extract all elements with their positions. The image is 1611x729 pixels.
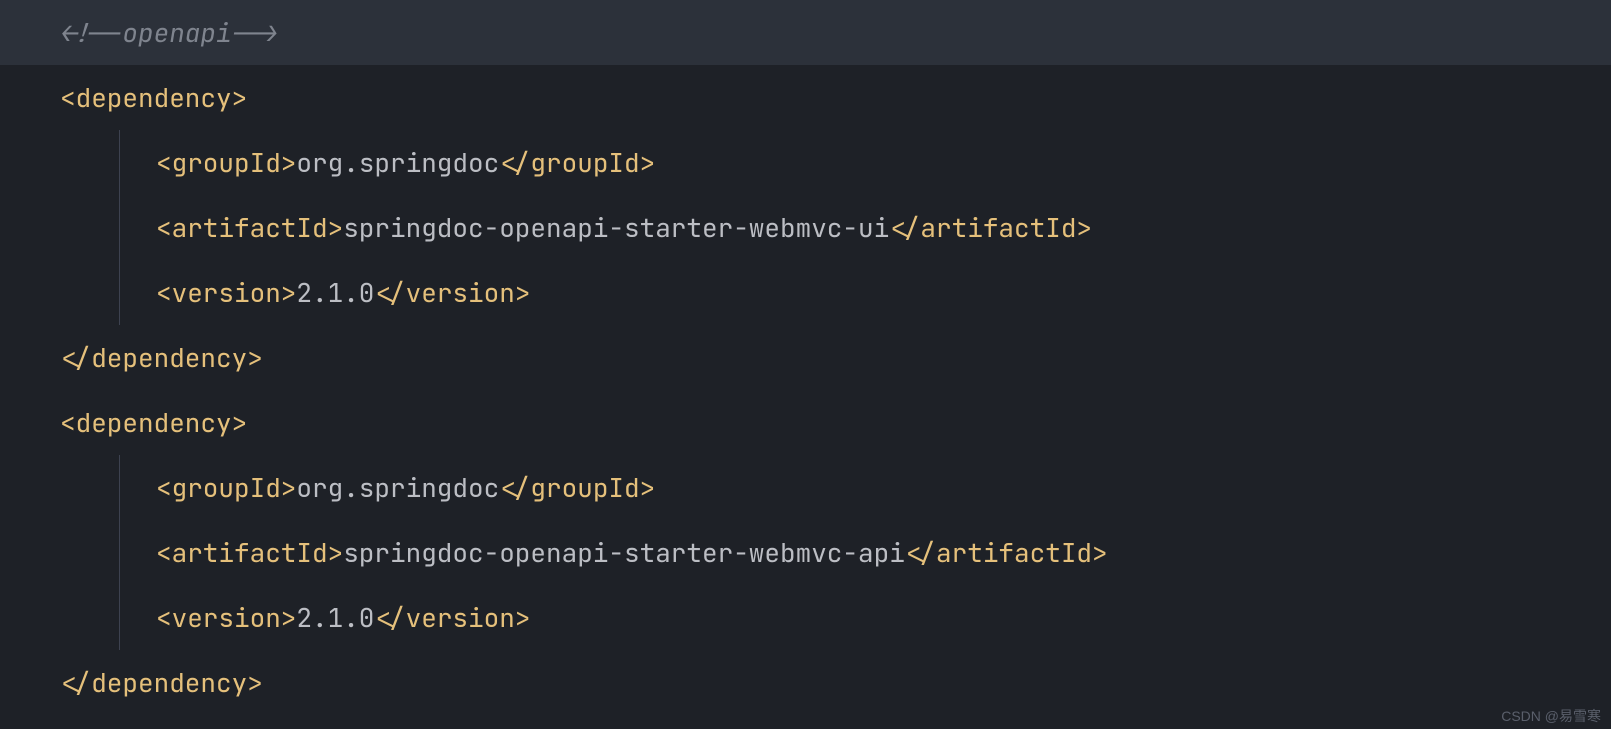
token-tag: <version> (156, 275, 296, 310)
indent-guide (119, 130, 120, 195)
indent-guide (119, 455, 120, 520)
code-line: </dependency> (0, 650, 1611, 715)
token-text: springdoc-openapi-starter-webmvc-ui (343, 210, 889, 245)
code-line: <artifactId>springdoc-openapi-starter-we… (0, 520, 1611, 585)
code-block: <!--openapi--><dependency><groupId>org.s… (0, 0, 1611, 715)
token-tag: <artifactId> (156, 535, 343, 570)
token-text: org.springdoc (296, 145, 499, 180)
token-tag: </version> (374, 275, 530, 310)
code-line: <version>2.1.0</version> (0, 585, 1611, 650)
token-tag: <groupId> (156, 145, 296, 180)
code-line: <version>2.1.0</version> (0, 260, 1611, 325)
token-tag: <dependency> (60, 405, 247, 440)
code-line: <dependency> (0, 390, 1611, 455)
token-text: 2.1.0 (296, 275, 374, 310)
code-line: <dependency> (0, 65, 1611, 130)
code-line: <artifactId>springdoc-openapi-starter-we… (0, 195, 1611, 260)
token-tag: </dependency> (60, 665, 263, 700)
token-tag: <dependency> (60, 80, 247, 115)
watermark: CSDN @易雪寒 (1501, 709, 1601, 723)
token-tag: <artifactId> (156, 210, 343, 245)
code-line: <!--openapi--> (0, 0, 1611, 65)
token-tag: <groupId> (156, 470, 296, 505)
token-tag: </groupId> (499, 145, 655, 180)
token-text: springdoc-openapi-starter-webmvc-api (343, 535, 905, 570)
indent-guide (119, 585, 120, 650)
token-text: org.springdoc (296, 470, 499, 505)
code-line: <groupId>org.springdoc</groupId> (0, 455, 1611, 520)
code-line: </dependency> (0, 325, 1611, 390)
indent-guide (119, 520, 120, 585)
token-text: 2.1.0 (296, 600, 374, 635)
token-tag: </artifactId> (905, 535, 1108, 570)
code-line: <groupId>org.springdoc</groupId> (0, 130, 1611, 195)
token-comment: <!--openapi--> (60, 15, 278, 50)
token-tag: <version> (156, 600, 296, 635)
token-tag: </artifactId> (889, 210, 1092, 245)
indent-guide (119, 260, 120, 325)
token-tag: </version> (374, 600, 530, 635)
indent-guide (119, 195, 120, 260)
token-tag: </dependency> (60, 340, 263, 375)
token-tag: </groupId> (499, 470, 655, 505)
